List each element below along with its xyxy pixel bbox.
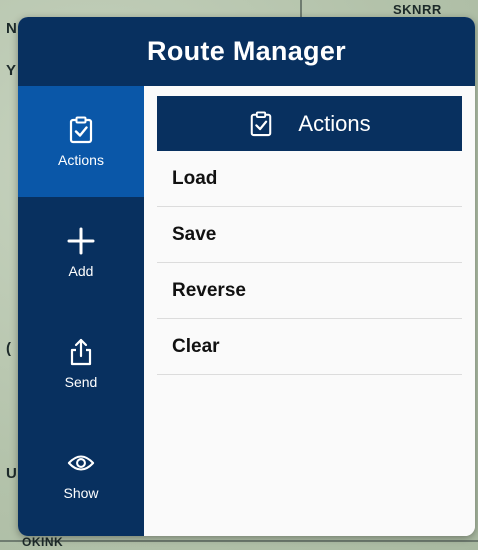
- plus-icon: [67, 227, 95, 255]
- sidebar-item-actions[interactable]: Actions: [18, 86, 144, 197]
- sidebar-item-add[interactable]: Add: [18, 197, 144, 308]
- map-waypoint-label-bottom: OKINK: [22, 535, 64, 549]
- content-area: Actions Load Save Reverse Clear: [144, 86, 475, 536]
- map-edge-marker: (: [6, 340, 11, 357]
- share-icon: [67, 338, 95, 366]
- sidebar-item-label: Add: [68, 262, 94, 279]
- load-button[interactable]: Load: [157, 151, 462, 207]
- sidebar-item-label: Actions: [58, 151, 104, 168]
- route-manager-panel: Route Manager Actions Add Send Show Acti…: [18, 17, 475, 536]
- sidebar-item-label: Show: [63, 484, 99, 501]
- map-edge-marker: U: [6, 465, 17, 482]
- section-header-label: Actions: [298, 110, 371, 136]
- map-route-line: [0, 540, 478, 542]
- actions-section-header: Actions: [157, 96, 462, 151]
- clipboard-check-icon: [67, 116, 95, 144]
- map-edge-marker: N: [6, 20, 17, 37]
- action-list: Load Save Reverse Clear: [157, 151, 462, 375]
- sidebar-item-show[interactable]: Show: [18, 419, 144, 530]
- map-edge-marker: Y: [6, 62, 17, 79]
- sidebar-item-send[interactable]: Send: [18, 308, 144, 419]
- clear-button[interactable]: Clear: [157, 319, 462, 375]
- reverse-button[interactable]: Reverse: [157, 263, 462, 319]
- sidebar-item-label: Send: [64, 373, 98, 390]
- sidebar: Actions Add Send Show: [18, 86, 144, 536]
- clipboard-check-icon: [248, 111, 274, 137]
- eye-icon: [67, 449, 95, 477]
- save-button[interactable]: Save: [157, 207, 462, 263]
- panel-title: Route Manager: [18, 17, 475, 86]
- map-route-line: [300, 0, 302, 17]
- map-waypoint-label-top: SKNRR: [393, 2, 442, 17]
